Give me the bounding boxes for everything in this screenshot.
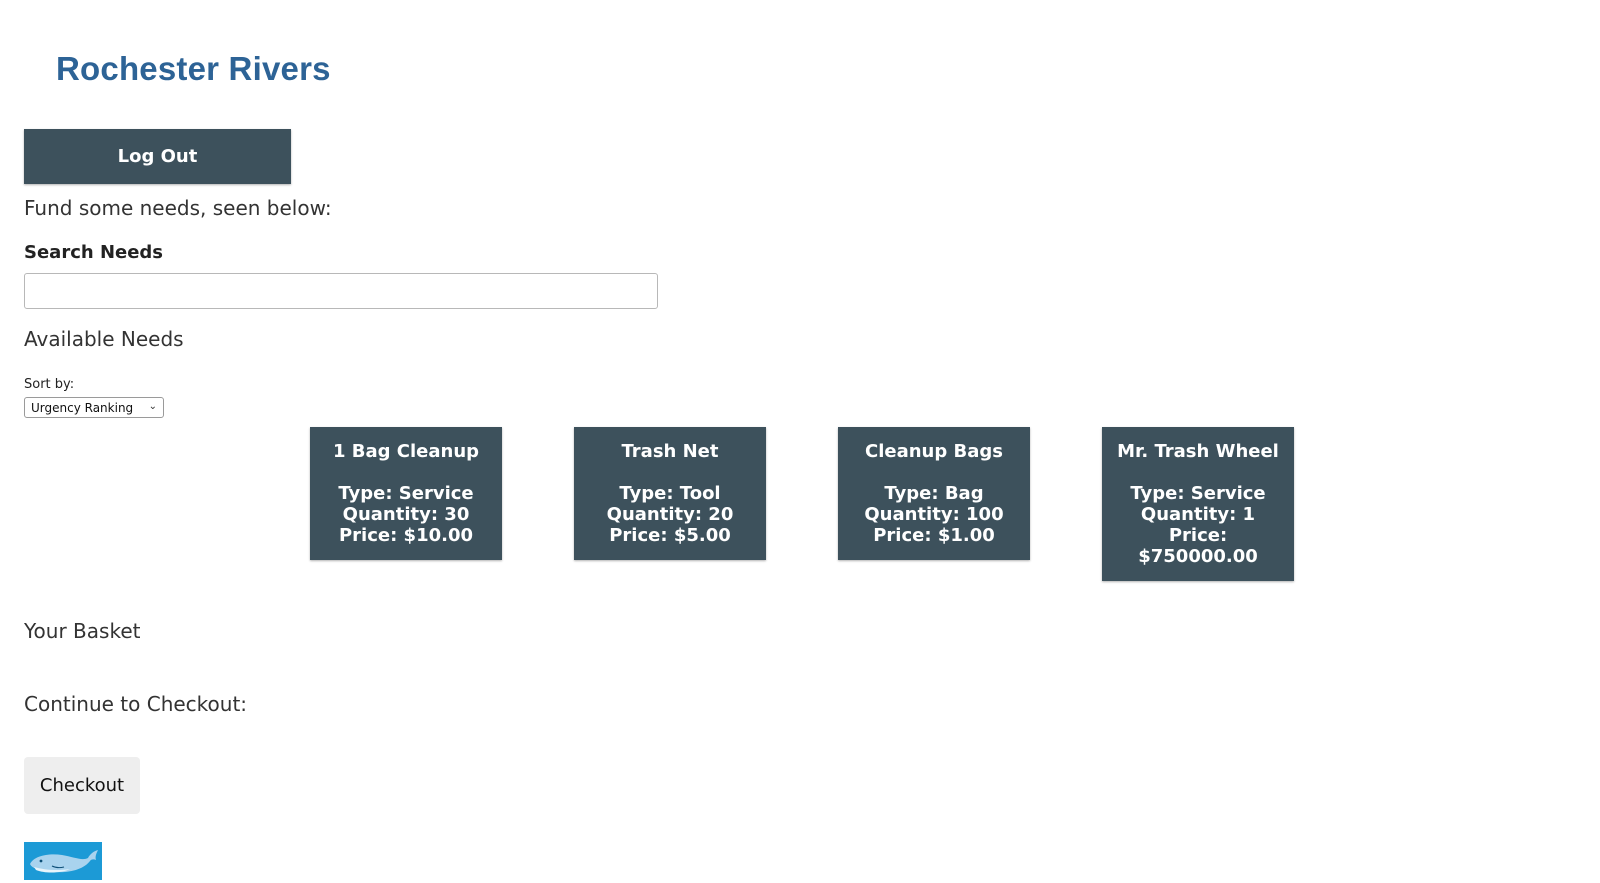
search-input[interactable] <box>24 273 658 309</box>
logout-button[interactable]: Log Out <box>24 129 291 184</box>
need-type: Type: Tool <box>619 483 721 504</box>
need-price: Price: <box>1168 525 1228 546</box>
need-type: Type: Service <box>1130 483 1266 504</box>
whale-icon <box>24 842 102 880</box>
need-card[interactable]: Cleanup Bags Type: Bag Quantity: 100 Pri… <box>838 427 1030 560</box>
need-name: Mr. Trash Wheel <box>1117 441 1279 462</box>
need-card[interactable]: Mr. Trash Wheel Type: Service Quantity: … <box>1102 427 1294 581</box>
search-label: Search Needs <box>24 242 164 263</box>
need-name: 1 Bag Cleanup <box>332 441 480 462</box>
sort-label: Sort by: <box>24 377 75 392</box>
available-needs-heading: Available Needs <box>24 327 184 351</box>
need-price: Price: $10.00 <box>338 525 474 546</box>
need-type: Type: Bag <box>884 483 984 504</box>
need-card[interactable]: Trash Net Type: Tool Quantity: 20 Price:… <box>574 427 766 560</box>
need-price: Price: $1.00 <box>873 525 995 546</box>
need-type: Type: Service <box>338 483 474 504</box>
need-price-value: $750000.00 <box>1138 546 1258 567</box>
need-card[interactable]: 1 Bag Cleanup Type: Service Quantity: 30… <box>310 427 502 560</box>
sort-selected-value: Urgency Ranking <box>31 400 134 415</box>
checkout-button[interactable]: Checkout <box>24 757 140 814</box>
need-name: Trash Net <box>621 441 719 462</box>
chevron-down-icon: ⌄ <box>148 401 157 412</box>
basket-heading: Your Basket <box>24 619 141 643</box>
intro-text: Fund some needs, seen below: <box>24 196 332 220</box>
need-name: Cleanup Bags <box>865 441 1003 462</box>
need-price: Price: $5.00 <box>609 525 731 546</box>
need-quantity: Quantity: 30 <box>342 504 470 525</box>
need-quantity: Quantity: 1 <box>1140 504 1256 525</box>
need-quantity: Quantity: 20 <box>606 504 734 525</box>
checkout-prompt: Continue to Checkout: <box>24 692 248 716</box>
app-title: Rochester Rivers <box>56 50 331 87</box>
sort-select[interactable]: Urgency Ranking ⌄ <box>24 397 164 418</box>
need-quantity: Quantity: 100 <box>864 504 1004 525</box>
page: Rochester Rivers Log Out Fund some needs… <box>0 0 1600 883</box>
